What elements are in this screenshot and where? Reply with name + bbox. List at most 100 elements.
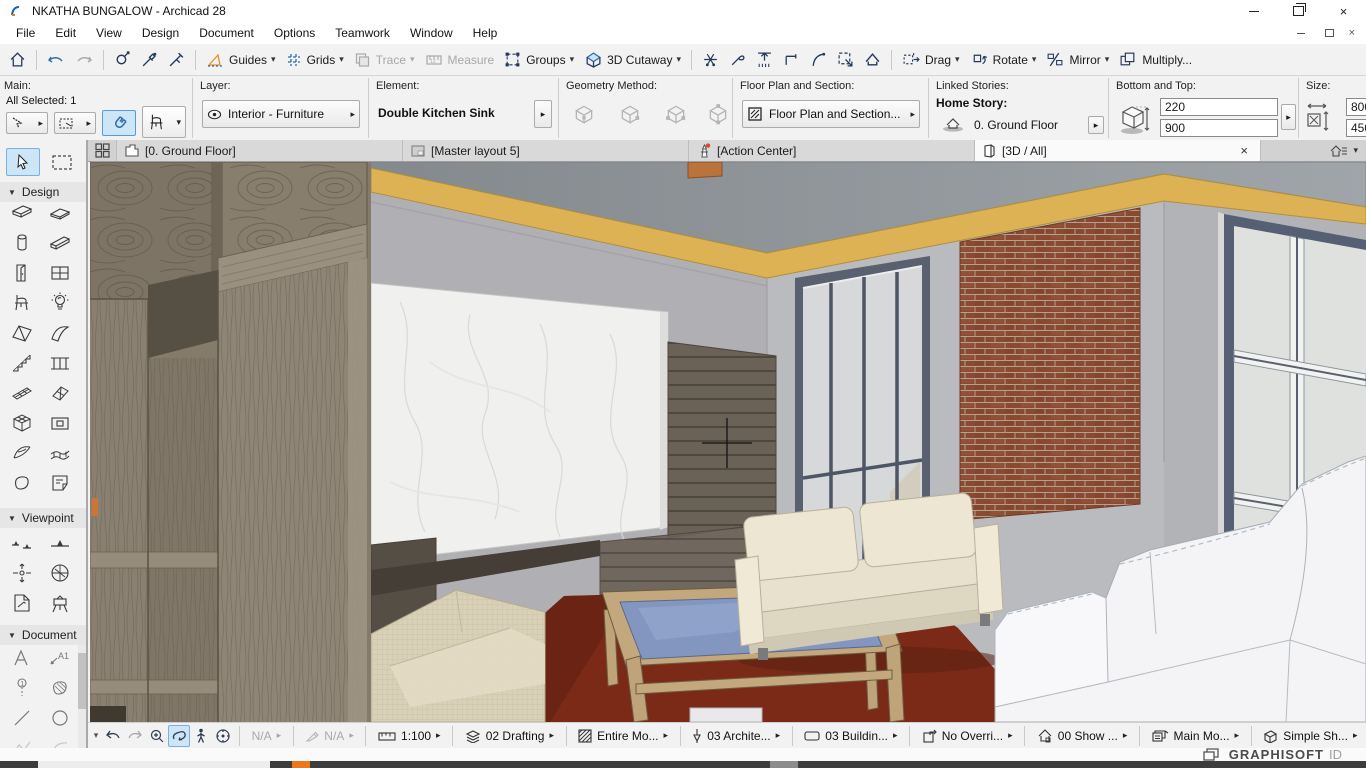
size-height-field[interactable]: 450 [1346, 119, 1366, 137]
resize-icon[interactable] [832, 47, 859, 73]
skylight-tool[interactable] [47, 380, 73, 406]
marquee-tool-button[interactable]: ▸ [54, 112, 96, 134]
section-tool[interactable] [9, 530, 35, 556]
tab-overview-button[interactable] [88, 140, 117, 161]
view-back-icon[interactable] [102, 725, 124, 747]
marker-tool[interactable]: 1 [9, 675, 35, 701]
curtain-wall-tool[interactable] [9, 380, 35, 406]
statusbar-renovation-filter[interactable]: 00 Show ...▸ [1028, 724, 1136, 748]
bottom-elevation-field[interactable]: 900 [1160, 119, 1278, 137]
text-tool[interactable] [9, 645, 35, 671]
close-tab-icon[interactable]: × [1236, 143, 1252, 158]
geometry-cube-4-icon[interactable] [706, 102, 730, 129]
layer-button[interactable]: Interior - Furniture ▸ [202, 100, 360, 128]
rotate-button[interactable]: Rotate▾ [965, 47, 1042, 73]
view-forward-icon[interactable] [124, 725, 146, 747]
top-offset-field[interactable]: 220 [1160, 98, 1278, 116]
menu-window[interactable]: Window [400, 26, 463, 40]
menu-options[interactable]: Options [264, 26, 325, 40]
menu-design[interactable]: Design [132, 26, 189, 40]
statusbar-dimension[interactable]: 03 Buildin...▸ [796, 724, 906, 748]
slat-panel[interactable] [668, 342, 776, 538]
label-tool[interactable]: A1 [47, 645, 73, 671]
story-marker-tool[interactable] [9, 560, 35, 586]
shelf-unit[interactable] [90, 162, 371, 722]
slab-tool[interactable] [47, 200, 73, 226]
drag-button[interactable]: Drag▾ [897, 47, 965, 73]
tab-master-layout[interactable]: [Master layout 5] [403, 140, 689, 161]
fill-tool[interactable] [47, 675, 73, 701]
statusbar-override[interactable]: No Overri...▸ [913, 724, 1021, 748]
split-icon[interactable] [697, 47, 724, 73]
toolbox-section-viewpoint[interactable]: ▼Viewpoint [0, 508, 86, 528]
chevron-down-icon[interactable]: ▾ [90, 725, 102, 747]
floor-plan-section-button[interactable]: Floor Plan and Section... ▸ [742, 100, 920, 128]
size-width-field[interactable]: 800 [1346, 98, 1366, 116]
menu-help[interactable]: Help [463, 26, 508, 40]
zoom-in-icon[interactable] [146, 725, 168, 747]
mesh-tool[interactable] [9, 410, 35, 436]
home-story-menu-button[interactable]: ▸ [1088, 116, 1104, 134]
door-tool[interactable] [9, 260, 35, 286]
doc-minimize-icon[interactable] [1292, 33, 1310, 34]
interior-elevation-tool[interactable] [47, 560, 73, 586]
statusbar-scale[interactable]: 1:100▸ [369, 724, 449, 748]
roof-tool[interactable] [9, 320, 35, 346]
inject-parameters-icon[interactable] [163, 47, 190, 73]
menu-edit[interactable]: Edit [45, 26, 86, 40]
toolbox-section-document[interactable]: ▼Document [0, 625, 86, 645]
groups-button[interactable]: Groups▾ [499, 47, 579, 73]
column-tool[interactable] [9, 230, 35, 256]
adjust-icon[interactable] [724, 47, 751, 73]
ceiling-opening[interactable] [688, 162, 722, 178]
measure-button[interactable]: 12 Measure [420, 47, 500, 73]
line-tool[interactable] [9, 705, 35, 731]
guides-button[interactable]: Guides▾ [201, 47, 281, 73]
orbit-icon[interactable] [168, 725, 190, 747]
zone-tool[interactable] [47, 470, 73, 496]
close-button[interactable]: × [1321, 0, 1366, 22]
tab-3d-all[interactable]: [3D / All] × [975, 140, 1261, 161]
brick-wall[interactable] [960, 208, 1140, 520]
home-button[interactable] [4, 47, 31, 73]
look-around-icon[interactable] [212, 725, 234, 747]
3d-viewport[interactable] [90, 162, 1366, 722]
object-tool[interactable] [9, 290, 35, 316]
statusbar-pen-set[interactable]: N/A▸ [297, 724, 363, 748]
bottom-top-menu-button[interactable]: ▸ [1281, 104, 1296, 130]
toolbox-section-design[interactable]: ▼Design [0, 182, 86, 202]
marble-panel[interactable] [371, 283, 668, 562]
mirror-button[interactable]: Mirror▾ [1041, 47, 1114, 73]
find-select-button[interactable] [109, 47, 136, 73]
walk-icon[interactable] [190, 725, 212, 747]
stair-tool[interactable] [9, 350, 35, 376]
wall-tool[interactable] [9, 200, 35, 226]
opening-tool[interactable] [47, 410, 73, 436]
scrollbar-thumb[interactable] [78, 653, 86, 709]
arrow-tool-button[interactable]: ▸ [6, 112, 48, 134]
3d-cutaway-button[interactable]: 3D Cutaway▾ [579, 47, 686, 73]
railing-tool[interactable] [47, 350, 73, 376]
element-settings-button[interactable]: ▸ [534, 100, 552, 128]
doc-close-icon[interactable]: × [1349, 27, 1355, 39]
tab-ground-floor[interactable]: [0. Ground Floor] [117, 140, 403, 161]
doc-restore-icon[interactable] [1320, 29, 1339, 37]
align-elevation-icon[interactable] [751, 47, 778, 73]
statusbar-shadow[interactable]: Simple Sh...▸ [1255, 724, 1366, 748]
statusbar-pen-color[interactable]: 03 Archite...▸ [684, 724, 789, 748]
current-tool-dropdown[interactable]: ▾ [142, 106, 186, 138]
tab-action-center[interactable]: [Action Center] [689, 140, 975, 161]
pick-up-parameters-icon[interactable] [136, 47, 163, 73]
grids-button[interactable]: Grids▾ [281, 47, 349, 73]
statusbar-renovation-status[interactable]: Main Mo...▸ [1143, 724, 1248, 748]
magnet-toggle-button[interactable] [102, 110, 136, 136]
restore-button[interactable] [1276, 0, 1321, 22]
menu-file[interactable]: File [6, 26, 45, 40]
trace-button[interactable]: Trace▾ [349, 47, 420, 73]
trim-corner-icon[interactable] [778, 47, 805, 73]
circle-tool[interactable] [47, 705, 73, 731]
geometry-cube-1-icon[interactable] [572, 102, 596, 129]
menu-document[interactable]: Document [189, 26, 264, 40]
tab-list-dropdown[interactable]: ▾ [1321, 140, 1366, 161]
graphisoft-id[interactable]: GRAPHISOFT ID [1203, 748, 1342, 761]
